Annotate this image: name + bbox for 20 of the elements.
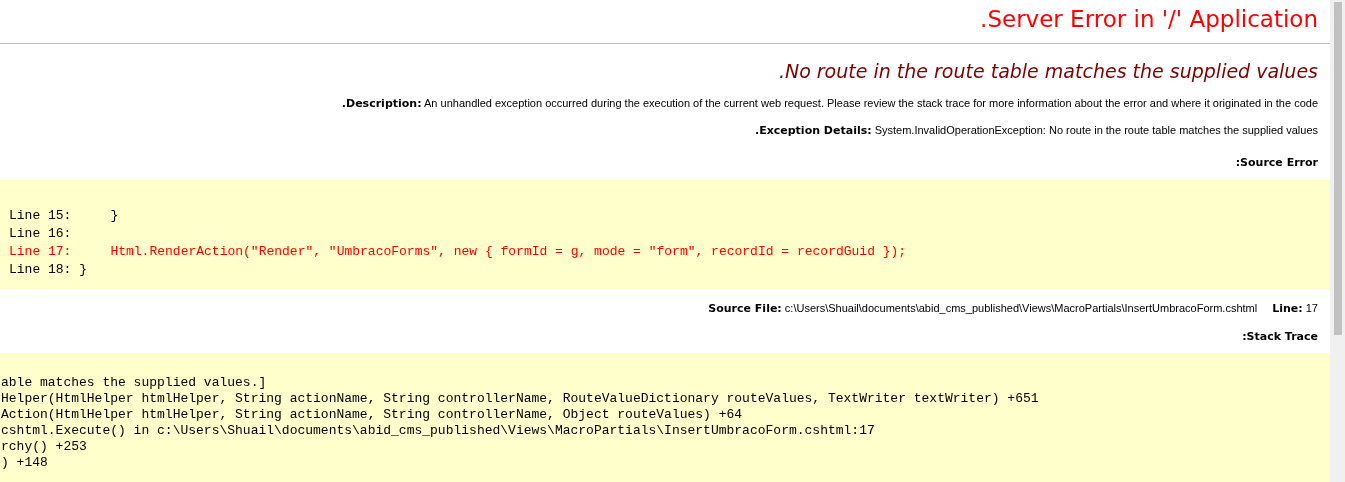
code-line: ) +148 xyxy=(1,455,48,471)
code-line: Line 15: } xyxy=(9,207,119,225)
line-number-text: Line: 17 xyxy=(1272,301,1318,317)
code-line: Line 18: } xyxy=(9,261,87,279)
error-message: .No route in the route table matches the supplied values xyxy=(778,59,1318,83)
description-text: .Description: An unhandled exception occurred during the execution of the current web request. Please review the stack trace for more information about the error and where it originated in the code xyxy=(341,96,1318,112)
section-heading: :Stack Trace xyxy=(1242,329,1318,345)
code-line: rchy() +253 xyxy=(1,439,87,455)
source-file-text: Source File: c:\Users\Shuail\documents\abid_cms_published\Views\MacroPartials\InsertUmbracoForm.cshtml xyxy=(708,301,1258,317)
code-line: cshtml.Execute() in c:\Users\Shuail\documents\abid_cms_published\Views\MacroPartials\InsertUmbracoForm.cshtml:17 xyxy=(1,423,875,439)
exception-details-text: .Exception Details: System.InvalidOperationException: No route in the route table matches the supplied values xyxy=(754,123,1318,139)
code-line: Line 17: Html.RenderAction("Render", "UmbracoForms", new { formId = g, mode = "form", recordId = recordGuid }); xyxy=(9,243,907,261)
code-line: able matches the supplied values.] xyxy=(1,375,267,391)
page-title: .Server Error in '/' Application xyxy=(980,5,1318,34)
code-line: Helper(HtmlHelper htmlHelper, String actionName, String controllerName, RouteValueDictionary routeValues, TextWriter textWriter) +651 xyxy=(1,391,1039,407)
code-line: Line 16: xyxy=(9,225,72,243)
code-line: Action(HtmlHelper htmlHelper, String actionName, String controllerName, Object routeValues) +64 xyxy=(1,407,743,423)
scrollbar-thumb[interactable] xyxy=(1333,2,1342,335)
scrollbar[interactable] xyxy=(1330,0,1345,482)
section-heading: :Source Error xyxy=(1235,155,1318,171)
